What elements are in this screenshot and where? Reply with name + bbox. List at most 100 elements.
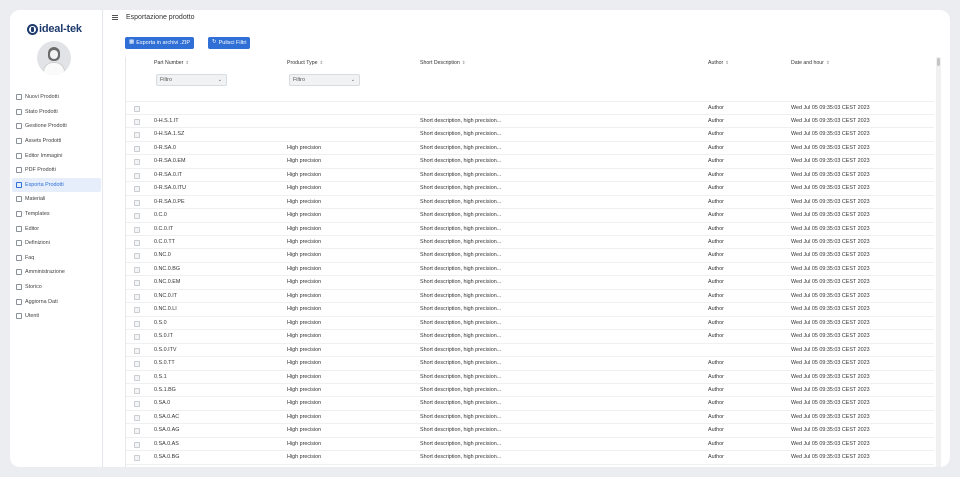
row-checkbox[interactable] [134, 199, 140, 206]
table-row[interactable]: 0-H.SA.1.SZ Short description, high preci… [126, 127, 934, 140]
sidebar-item-definizioni[interactable]: Definizioni [12, 236, 101, 251]
column-header-part-number[interactable]: Part Number ⇕ [154, 60, 189, 66]
row-checkbox[interactable] [134, 428, 140, 435]
sidebar-item-materiali[interactable]: Materiali [12, 192, 101, 207]
row-checkbox[interactable] [134, 253, 140, 260]
sidebar-item-storico[interactable]: Storico [12, 280, 101, 295]
cell-date: Wed Jul 05 09:35:03 CEST 2023 [791, 131, 870, 138]
row-checkbox[interactable] [134, 172, 140, 179]
sidebar-item-stato-prodotti[interactable]: Stato Prodotti [12, 105, 101, 120]
sidebar-item-label: Storico [25, 284, 42, 291]
row-checkbox[interactable] [134, 387, 140, 394]
table-row[interactable]: 0.C.0.TT High precision Short description,… [126, 235, 934, 248]
cell-short-description: Short description, high precision... [420, 306, 502, 313]
cell-product-type: High precision [287, 346, 322, 353]
table-row[interactable]: 0-R.SA.0.ITU High precision Short descript… [126, 181, 934, 194]
sidebar-item-faq[interactable]: Faq [12, 251, 101, 266]
row-checkbox[interactable] [134, 414, 140, 421]
table-row[interactable]: 0.NC.0.EM High precision Short description… [126, 275, 934, 288]
part-number-filter[interactable]: Filtro ⌄ [156, 74, 227, 86]
brand-name: ideal-tek [39, 23, 82, 35]
table-row[interactable]: 0.SA.0.AG High precision Short description… [126, 423, 934, 436]
table-row[interactable]: 0-R.SA.0.EM High precision Short descripti… [126, 154, 934, 167]
cell-date: Wed Jul 05 09:35:03 CEST 2023 [791, 360, 870, 367]
table-row[interactable]: 0.NC.0.IT High precision Short description… [126, 288, 934, 302]
table-row[interactable]: 0.S.0.ITV High precision Short description… [126, 342, 934, 356]
row-checkbox[interactable] [134, 334, 140, 341]
table-row[interactable]: 0.SA.0.AS High precision Short description… [126, 436, 934, 450]
sidebar-item-aggiorna-dati[interactable]: Aggiorna Dati [12, 294, 101, 309]
row-checkbox[interactable] [134, 266, 140, 273]
row-checkbox[interactable] [134, 280, 140, 287]
export-zip-button[interactable]: ▩ Esporta in archivi .ZIP [125, 37, 194, 49]
row-checkbox[interactable] [134, 347, 140, 354]
row-checkbox[interactable] [134, 132, 140, 139]
row-checkbox[interactable] [134, 226, 140, 233]
table-row[interactable]: 0.NC.0.BG High precision Short description… [126, 261, 934, 275]
table-row[interactable]: 0-R.SA.0.PE High precision Short descripti… [126, 194, 934, 208]
cell-date: Wed Jul 05 09:35:03 CEST 2023 [791, 158, 870, 165]
row-checkbox[interactable] [134, 361, 140, 368]
table-row[interactable]: Author Wed Jul 05 09:35:03 CEST 2023 [126, 100, 934, 114]
table-row[interactable]: 0.NC.0 High precision Short description, h… [126, 248, 934, 261]
product-type-filter[interactable]: Filtro ⌄ [289, 74, 360, 86]
row-checkbox[interactable] [134, 105, 140, 112]
table-row[interactable]: 0.NC.0.LI High precision Short description… [126, 302, 934, 315]
page-title: Esportazione prodotto [126, 14, 195, 21]
table-row[interactable]: 0.SA.0.AC High precision Short description… [126, 409, 934, 423]
table-row[interactable]: 0.C.0.IT High precision Short description,… [126, 221, 934, 235]
table-row[interactable]: 0.S.1.BG High precision Short description,… [126, 382, 934, 396]
sidebar-item-editor-immagini[interactable]: Editor Immagini [12, 148, 101, 163]
row-checkbox[interactable] [134, 401, 140, 408]
row-checkbox[interactable] [134, 374, 140, 381]
sidebar-item-gestione-prodotti[interactable]: Gestione Prodotti [12, 119, 101, 134]
sidebar-item-editor[interactable]: Editor [12, 221, 101, 236]
scrollbar-thumb[interactable] [937, 58, 940, 66]
table-row[interactable]: 0.SA.0.BG High precision Short description… [126, 450, 934, 463]
cell-short-description: Short description, high precision... [420, 225, 502, 232]
table-scrollbar[interactable] [936, 57, 941, 467]
sidebar-item-utenti[interactable]: Utenti [12, 309, 101, 324]
refresh-icon: ↻ [212, 39, 217, 46]
menu-icon[interactable] [112, 15, 118, 20]
row-checkbox[interactable] [134, 145, 140, 152]
table-row[interactable]: 0.C.0 High precision Short description, hi… [126, 208, 934, 221]
row-checkbox[interactable] [134, 186, 140, 193]
sidebar-item-esporta-prodotti[interactable]: Esporta Prodotti [12, 177, 101, 193]
cell-part-number: 0.SA.0.AC [154, 413, 180, 420]
table-row[interactable]: 0.SA.0 High precision Short description, h… [126, 396, 934, 409]
row-checkbox[interactable] [134, 118, 140, 125]
row-checkbox[interactable] [134, 441, 140, 448]
column-header-date[interactable]: Date and hour ⇕ [791, 60, 830, 66]
sidebar-item-templates[interactable]: Templates [12, 207, 101, 222]
table-row[interactable]: 0.S.0 High precision Short description, hi… [126, 315, 934, 329]
row-checkbox[interactable] [134, 307, 140, 314]
sidebar-item-amministrazione[interactable]: Amministrazione [12, 265, 101, 280]
table-row[interactable]: 0-R.SA.0.IT High precision Short descripti… [126, 167, 934, 181]
table-row[interactable]: 0-R.SA.0 High precision Short description,… [126, 140, 934, 154]
table-row[interactable]: 0.S.0.IT High precision Short description,… [126, 329, 934, 342]
column-header-author[interactable]: Author ⇕ [708, 60, 729, 66]
column-header-short-description[interactable]: Short Description ⇕ [420, 60, 466, 66]
sort-icon: ⇕ [319, 60, 324, 65]
sidebar-item-pdf-prodotti[interactable]: PDF Prodotti [12, 163, 101, 178]
avatar-face [50, 50, 58, 59]
table-row[interactable]: 0.SA.0.BIHigh precisionShort description… [126, 463, 934, 467]
cell-product-type: High precision [287, 413, 322, 420]
table-row[interactable]: 0-H.S.1.IT Short description, high precis… [126, 113, 934, 127]
row-checkbox[interactable] [134, 293, 140, 300]
row-checkbox[interactable] [134, 213, 140, 220]
row-checkbox[interactable] [134, 455, 140, 462]
column-header-product-type[interactable]: Product Type ⇕ [287, 60, 323, 66]
brand-logo[interactable]: ideal-tek [27, 22, 82, 36]
row-checkbox[interactable] [134, 320, 140, 327]
clear-filters-button[interactable]: ↻ Pulisci Filtri [208, 37, 251, 49]
row-checkbox[interactable] [134, 240, 140, 246]
sidebar-item-nuovi-prodotti[interactable]: Nuovi Prodotti [12, 90, 101, 105]
sidebar-item-assets-prodotti[interactable]: Assets Prodotti [12, 134, 101, 149]
cell-short-description: Short description, high precision... [420, 386, 502, 393]
avatar[interactable] [37, 41, 71, 75]
table-row[interactable]: 0.S.0.TT High precision Short description,… [126, 356, 934, 369]
table-row[interactable]: 0.S.1 High precision Short description, hi… [126, 369, 934, 383]
row-checkbox[interactable] [134, 159, 140, 166]
